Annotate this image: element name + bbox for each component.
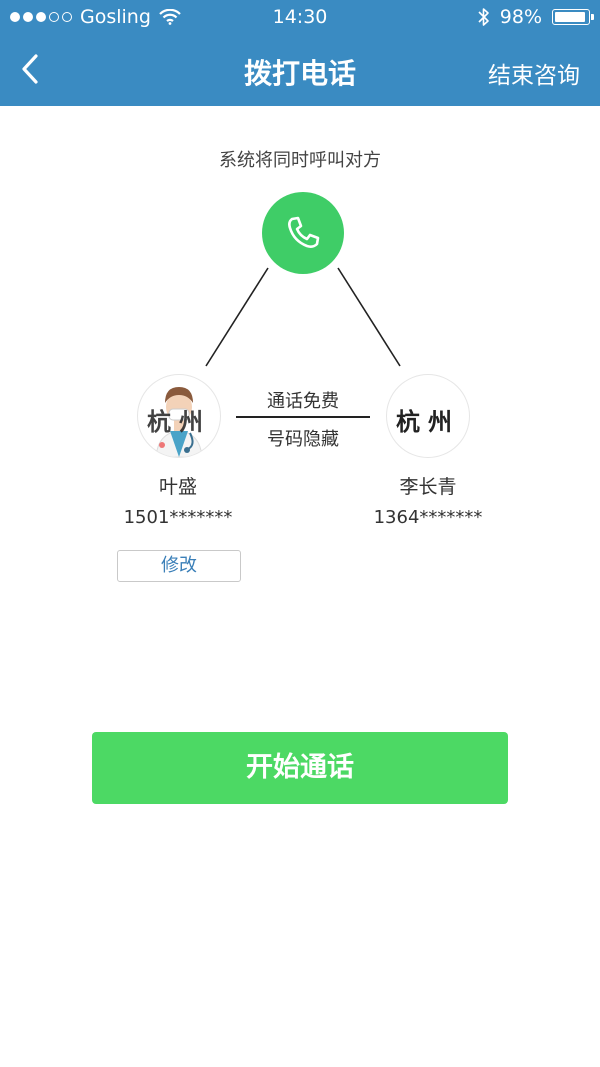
phone-icon: [288, 216, 320, 248]
start-call-button[interactable]: 开始通话: [92, 732, 508, 804]
middle-divider: [236, 416, 370, 418]
doctor-phone: 1501*******: [123, 507, 233, 528]
connection-lines: [205, 267, 401, 367]
doctor-avatar: 杭州: [137, 374, 221, 458]
avatar-watermark: 杭州: [147, 408, 211, 436]
patient-phone: 1364*******: [373, 507, 483, 528]
free-call-label: 通话免费: [267, 391, 339, 412]
call-circle: [262, 192, 344, 274]
edit-number-button[interactable]: 修改: [117, 550, 241, 582]
hidden-number-label: 号码隐藏: [267, 429, 339, 450]
patient-name: 李长青: [399, 476, 457, 498]
doctor-name: 叶盛: [158, 476, 197, 498]
avatar-watermark: 杭州: [396, 408, 460, 436]
patient-avatar: 杭州: [386, 374, 470, 458]
